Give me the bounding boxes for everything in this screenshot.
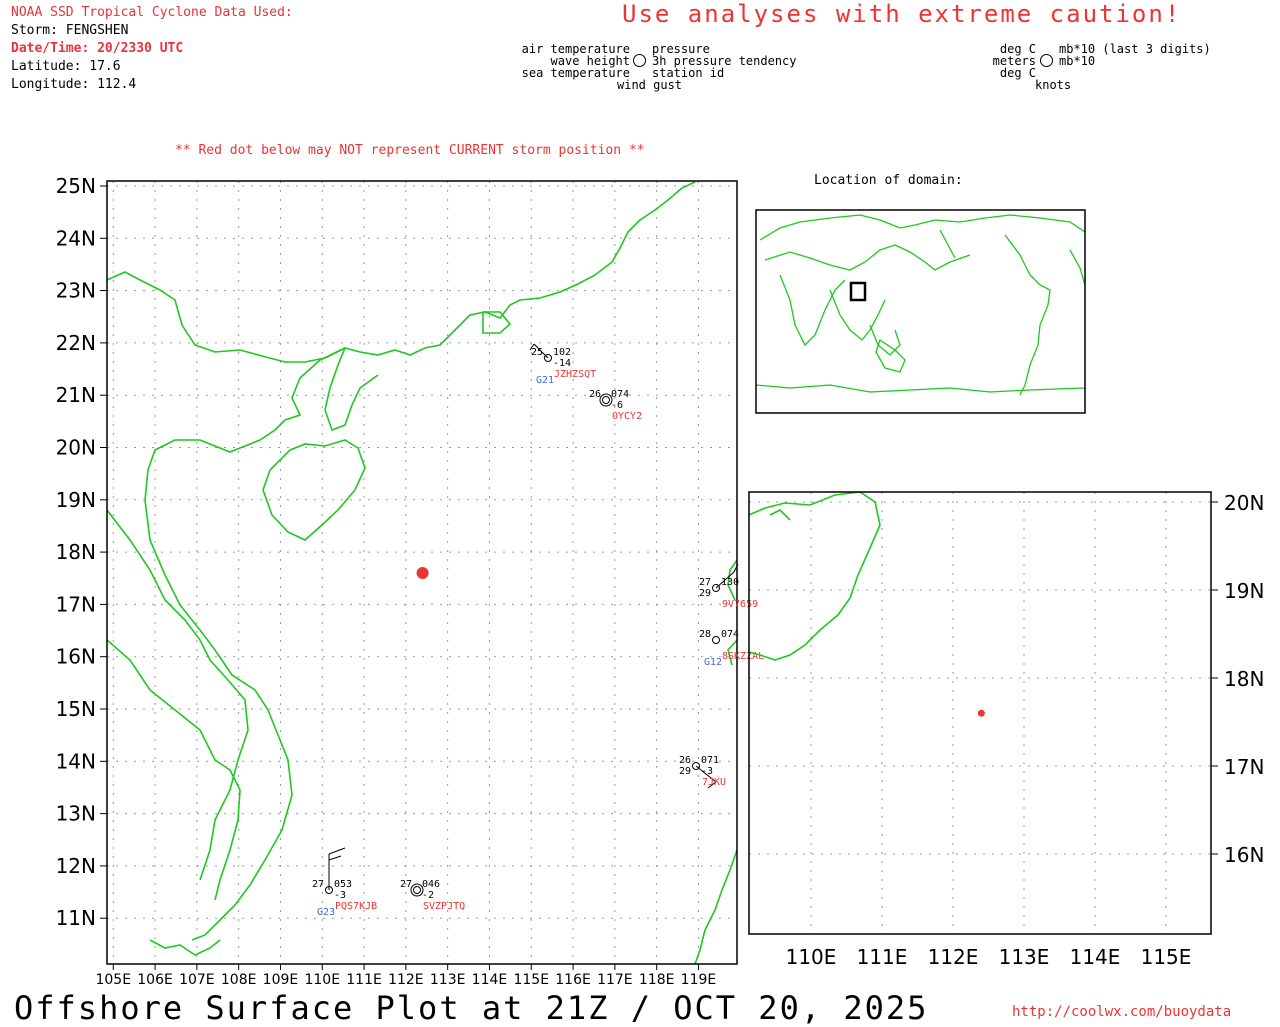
station-pressure: 074 bbox=[611, 389, 629, 400]
station-pressure: 046 bbox=[422, 879, 440, 890]
station-air-temp: 25 bbox=[531, 347, 543, 358]
station-tendency: -14 bbox=[553, 358, 571, 369]
station-circle-icon bbox=[712, 636, 720, 644]
station-plot-pqs7kjb[interactable]: 27 053-3PQS7KJBG23 bbox=[312, 847, 377, 918]
main-lon-label: 116E bbox=[555, 972, 591, 988]
main-lon-label: 114E bbox=[472, 972, 508, 988]
main-lat-label: 15N bbox=[56, 697, 96, 721]
station-id: JZHZSQT bbox=[554, 369, 596, 380]
main-lat-label: 11N bbox=[56, 906, 96, 930]
main-lon-label: 111E bbox=[346, 972, 382, 988]
station-circle-icon bbox=[602, 396, 610, 404]
station-air-temp: 26 bbox=[589, 389, 601, 400]
zoom-map-coastline bbox=[749, 492, 881, 661]
station-pressure: 071 bbox=[701, 755, 719, 766]
station-id: 9V7659 bbox=[722, 599, 758, 610]
station-pressure: 053 bbox=[334, 879, 352, 890]
station-pressure: 130 bbox=[721, 577, 739, 588]
main-lon-label: 112E bbox=[388, 972, 424, 988]
main-lat-label: 18N bbox=[56, 540, 96, 564]
main-lon-label: 118E bbox=[639, 972, 675, 988]
zoom-map-lon-labels: 110E 111E 112E 113E 114E 115E bbox=[786, 945, 1192, 969]
main-lon-label: 109E bbox=[263, 972, 299, 988]
source-url-link[interactable]: http://coolwx.com/buoydata bbox=[1012, 1004, 1231, 1020]
station-air-temp: 27 bbox=[400, 879, 412, 890]
main-lat-label: 16N bbox=[56, 645, 96, 669]
station-plot-jzhzsqt[interactable]: 25 102-14JZHZSQTG21 bbox=[529, 343, 596, 386]
surface-map-canvas: 25N 24N 23N 22N 21N 20N 19N 18N 17N 16N 15N 14N 13N 1… bbox=[56, 174, 1265, 988]
main-lon-label: 108E bbox=[221, 972, 257, 988]
zoom-lat-label: 16N bbox=[1224, 843, 1264, 867]
main-lat-label: 17N bbox=[56, 592, 96, 616]
main-lat-label: 14N bbox=[56, 749, 96, 773]
station-sea-temp: 29 bbox=[679, 766, 691, 777]
main-map-lon-labels: 105E 106E 107E 108E 109E 110E 111E 112E 113E 114E… bbox=[95, 964, 716, 988]
station-circle-icon bbox=[413, 886, 421, 894]
main-lon-label: 119E bbox=[681, 972, 717, 988]
main-lat-label: 12N bbox=[56, 854, 96, 878]
storm-position-dot-zoom bbox=[977, 709, 985, 717]
zoom-lon-label: 111E bbox=[857, 945, 908, 969]
station-id: PQS7KJB bbox=[335, 901, 377, 912]
station-air-temp: 27 bbox=[699, 577, 711, 588]
station-plot-svzpjtq[interactable]: 27 046-2SVZPJTQ bbox=[400, 879, 465, 912]
station-air-temp: 28 bbox=[699, 629, 711, 640]
main-lon-label: 106E bbox=[137, 972, 173, 988]
main-lat-label: 23N bbox=[56, 279, 96, 303]
main-lat-label: 22N bbox=[56, 331, 96, 355]
station-plot-oycy2[interactable]: 26 074-6OYCY2 bbox=[589, 389, 642, 422]
station-plot-7jku[interactable]: 26 071-3 29 7JKU bbox=[679, 755, 726, 789]
main-lon-label: 115E bbox=[513, 972, 549, 988]
zoom-lat-label: 18N bbox=[1224, 667, 1264, 691]
zoom-lat-label: 20N bbox=[1224, 491, 1264, 515]
station-pressure: 102 bbox=[553, 347, 571, 358]
station-group: G23 bbox=[317, 907, 335, 918]
main-lon-label: 107E bbox=[179, 972, 215, 988]
main-lon-label: 117E bbox=[597, 972, 633, 988]
main-lat-label: 25N bbox=[56, 174, 96, 198]
station-group: G12 bbox=[704, 657, 722, 668]
storm-position-dot bbox=[416, 567, 429, 580]
main-lat-label: 24N bbox=[56, 226, 96, 250]
zoom-lon-label: 113E bbox=[999, 945, 1050, 969]
zoom-lon-label: 110E bbox=[786, 945, 837, 969]
main-lat-label: 21N bbox=[56, 383, 96, 407]
station-pressure: 074 bbox=[721, 629, 739, 640]
main-lon-label: 110E bbox=[304, 972, 340, 988]
station-group: G21 bbox=[536, 375, 554, 386]
station-id: SVZPJTQ bbox=[423, 901, 465, 912]
station-air-temp: 26 bbox=[679, 755, 691, 766]
main-lon-label: 113E bbox=[430, 972, 466, 988]
zoom-lon-label: 114E bbox=[1070, 945, 1121, 969]
main-lat-label: 19N bbox=[56, 488, 96, 512]
main-lat-label: 20N bbox=[56, 436, 96, 460]
zoom-map-lat-labels: 20N 19N 18N 17N 16N bbox=[1211, 491, 1264, 867]
station-id: 7JKU bbox=[702, 777, 726, 788]
station-sea-temp: 29 bbox=[699, 588, 711, 599]
station-tendency: -3 bbox=[701, 766, 713, 777]
plot-title: Offshore Surface Plot at 21Z / OCT 20, 2… bbox=[14, 989, 929, 1027]
station-tendency: -6 bbox=[611, 400, 623, 411]
station-id: 8SKZZAL bbox=[722, 651, 764, 662]
station-tendency: -2 bbox=[422, 890, 434, 901]
main-map-lat-labels: 25N 24N 23N 22N 21N 20N 19N 18N 17N 16N 15N 14N 13N 1… bbox=[56, 174, 107, 930]
zoom-lat-label: 17N bbox=[1224, 755, 1264, 779]
zoom-lat-label: 19N bbox=[1224, 579, 1264, 603]
zoom-lon-label: 115E bbox=[1141, 945, 1192, 969]
domain-locator-box bbox=[849, 281, 867, 302]
station-tendency: -3 bbox=[334, 890, 346, 901]
station-air-temp: 27 bbox=[312, 879, 324, 890]
main-lat-label: 13N bbox=[56, 802, 96, 826]
station-id: OYCY2 bbox=[612, 411, 642, 422]
main-lon-label: 105E bbox=[95, 972, 131, 988]
station-plots: 25 102-14JZHZSQTG2126 074-6OYCY227 130299V7… bbox=[312, 343, 764, 918]
world-inset-map bbox=[755, 209, 1086, 414]
zoom-lon-label: 112E bbox=[928, 945, 979, 969]
